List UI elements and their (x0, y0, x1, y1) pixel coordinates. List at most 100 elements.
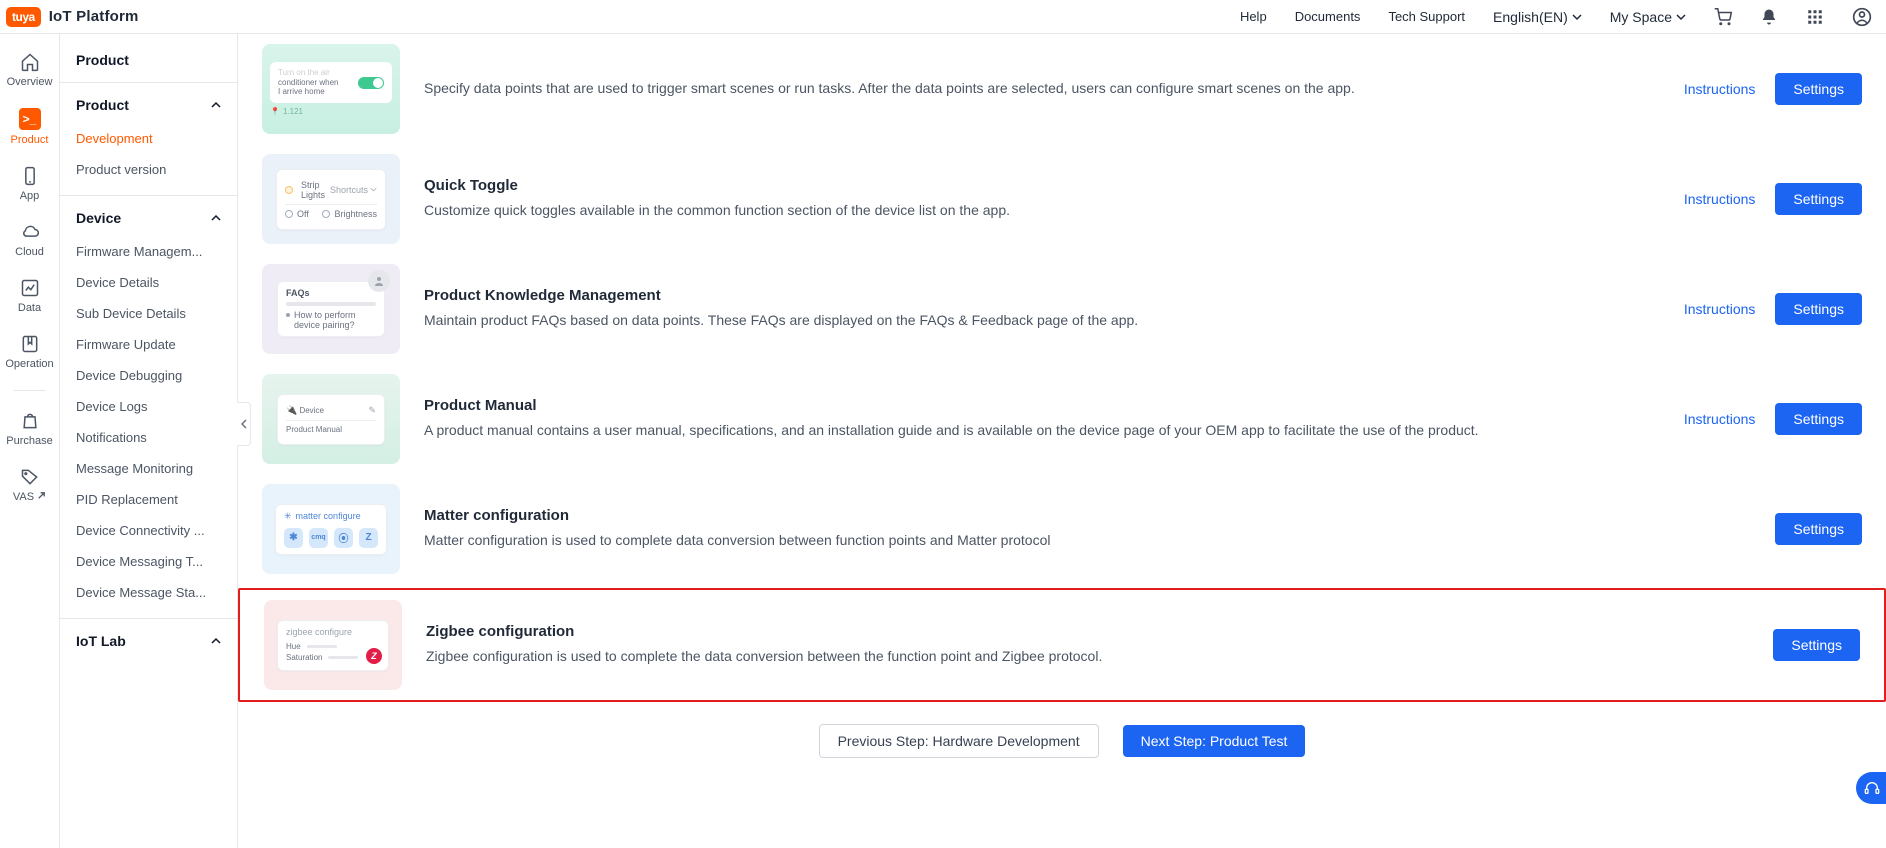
rail-app-label: App (20, 190, 40, 202)
terminal-icon: >_ (19, 108, 41, 130)
rail-operation-label: Operation (5, 358, 53, 370)
sidebar-item-development[interactable]: Development (60, 123, 237, 154)
chevron-up-icon (211, 636, 221, 646)
bookmark-icon (20, 334, 40, 354)
bag-icon (20, 411, 40, 431)
rail-overview[interactable]: Overview (0, 46, 59, 94)
feature-info: Matter configuration Matter configuratio… (424, 507, 1751, 552)
user-icon[interactable] (1852, 7, 1872, 27)
sidebar-item-firmware-management[interactable]: Firmware Managem... (60, 236, 237, 267)
sidebar-item-notifications[interactable]: Notifications (60, 422, 237, 453)
nav-documents[interactable]: Documents (1295, 9, 1361, 24)
instructions-link[interactable]: Instructions (1684, 411, 1756, 427)
rail-operation[interactable]: Operation (0, 328, 59, 376)
brand-logo: tuya (6, 7, 41, 27)
matter-icon: ✳ (284, 511, 292, 522)
thumb-text: Lights (301, 190, 325, 200)
previous-step-button[interactable]: Previous Step: Hardware Development (819, 724, 1099, 758)
rail-data[interactable]: Data (0, 272, 59, 320)
settings-button[interactable]: Settings (1775, 403, 1862, 435)
thumb-text: Device (299, 406, 323, 415)
rail-separator (14, 390, 46, 391)
cart-icon[interactable] (1714, 8, 1732, 26)
apps-icon[interactable] (1806, 8, 1824, 26)
feature-title: Zigbee configuration (426, 623, 1749, 640)
sidebar-item-device-debugging[interactable]: Device Debugging (60, 360, 237, 391)
thumb-text: Saturation (286, 653, 322, 662)
feature-row: FAQs How to perform device pairing? Prod… (238, 254, 1886, 364)
rail-product[interactable]: >_ Product (0, 102, 59, 152)
topbar: tuya IoT Platform Help Documents Tech Su… (0, 0, 1886, 34)
instructions-link[interactable]: Instructions (1684, 191, 1756, 207)
feature-actions: Instructions Settings (1684, 73, 1862, 105)
sidebar-item-message-monitoring[interactable]: Message Monitoring (60, 453, 237, 484)
rail-vas[interactable]: VAS (0, 461, 59, 509)
tag-icon (20, 467, 40, 487)
wifi-icon: ⦿ (334, 528, 353, 548)
sidebar-item-pid-replacement[interactable]: PID Replacement (60, 484, 237, 515)
feature-row: 🔌 Device✎ Product Manual Product Manual … (238, 364, 1886, 474)
feature-desc: Matter configuration is used to complete… (424, 530, 1751, 552)
feature-row: zigbee configure Hue Saturation Z Zigbee… (240, 590, 1884, 700)
rail-purchase[interactable]: Purchase (0, 405, 59, 453)
main-content: Turn on the air conditioner when I arriv… (238, 34, 1886, 848)
thumb-text: Product Manual (286, 425, 342, 434)
next-step-button[interactable]: Next Step: Product Test (1123, 725, 1306, 757)
sidebar-group-iotlab[interactable]: IoT Lab (60, 619, 237, 659)
feature-actions: Instructions Settings (1684, 293, 1862, 325)
feature-actions: Settings (1773, 629, 1860, 661)
zigbee-chip-icon: Z (359, 528, 378, 548)
sidebar-item-firmware-update[interactable]: Firmware Update (60, 329, 237, 360)
settings-button[interactable]: Settings (1775, 293, 1862, 325)
top-right: Help Documents Tech Support English(EN) … (1240, 7, 1872, 27)
location-icon: 📍 (270, 107, 280, 116)
feature-title: Product Manual (424, 397, 1660, 414)
sidebar-item-device-message-status[interactable]: Device Message Sta... (60, 577, 237, 608)
instructions-link[interactable]: Instructions (1684, 81, 1756, 97)
feature-actions: Settings (1775, 513, 1862, 545)
brand[interactable]: tuya IoT Platform (6, 7, 139, 27)
sidebar-item-device-details[interactable]: Device Details (60, 267, 237, 298)
sidebar-group-product-label: Product (76, 97, 129, 113)
nav-help[interactable]: Help (1240, 9, 1267, 24)
instructions-link[interactable]: Instructions (1684, 301, 1756, 317)
layout: Overview >_ Product App Cloud Data Opera… (0, 34, 1886, 848)
cloud-icon (20, 222, 40, 242)
feature-info: Specify data points that are used to tri… (424, 78, 1660, 100)
sidebar-item-device-logs[interactable]: Device Logs (60, 391, 237, 422)
thumb-text: device pairing? (294, 320, 356, 330)
footer-nav: Previous Step: Hardware Development Next… (238, 706, 1886, 758)
avatar-icon (368, 270, 390, 292)
brightness-icon (322, 210, 330, 218)
rail-app[interactable]: App (0, 160, 59, 208)
thumb-text: FAQs (286, 288, 376, 298)
feature-thumb: FAQs How to perform device pairing? (262, 264, 400, 354)
nav-my-space[interactable]: My Space (1610, 9, 1686, 25)
settings-button[interactable]: Settings (1775, 73, 1862, 105)
sidebar-group-device[interactable]: Device (60, 196, 237, 236)
sidebar-group-product[interactable]: Product (60, 83, 237, 123)
thumb-text: conditioner when (278, 78, 354, 88)
rail-cloud[interactable]: Cloud (0, 216, 59, 264)
feature-row: ✳matter configure ✱ cmq ⦿ Z Matter confi… (238, 474, 1886, 584)
settings-button[interactable]: Settings (1773, 629, 1860, 661)
thumb-text: Brightness (334, 209, 377, 219)
zigbee-icon: Z (366, 648, 382, 664)
sidebar-item-sub-device-details[interactable]: Sub Device Details (60, 298, 237, 329)
thumb-text: I arrive home (278, 87, 354, 97)
nav-language[interactable]: English(EN) (1493, 9, 1582, 25)
thumb-text: 1.121 (283, 107, 303, 116)
feature-actions: Instructions Settings (1684, 183, 1862, 215)
settings-button[interactable]: Settings (1775, 183, 1862, 215)
help-fab[interactable] (1856, 772, 1886, 804)
sidebar-title: Product (60, 34, 237, 82)
nav-tech-support[interactable]: Tech Support (1388, 9, 1465, 24)
bell-icon[interactable] (1760, 8, 1778, 26)
sidebar-item-product-version[interactable]: Product version (60, 154, 237, 185)
settings-button[interactable]: Settings (1775, 513, 1862, 545)
chevron-up-icon (211, 100, 221, 110)
sidebar-group-device-label: Device (76, 210, 121, 226)
sidebar-item-device-connectivity[interactable]: Device Connectivity ... (60, 515, 237, 546)
sidebar-item-device-messaging[interactable]: Device Messaging T... (60, 546, 237, 577)
bluetooth-icon: ✱ (284, 528, 303, 548)
